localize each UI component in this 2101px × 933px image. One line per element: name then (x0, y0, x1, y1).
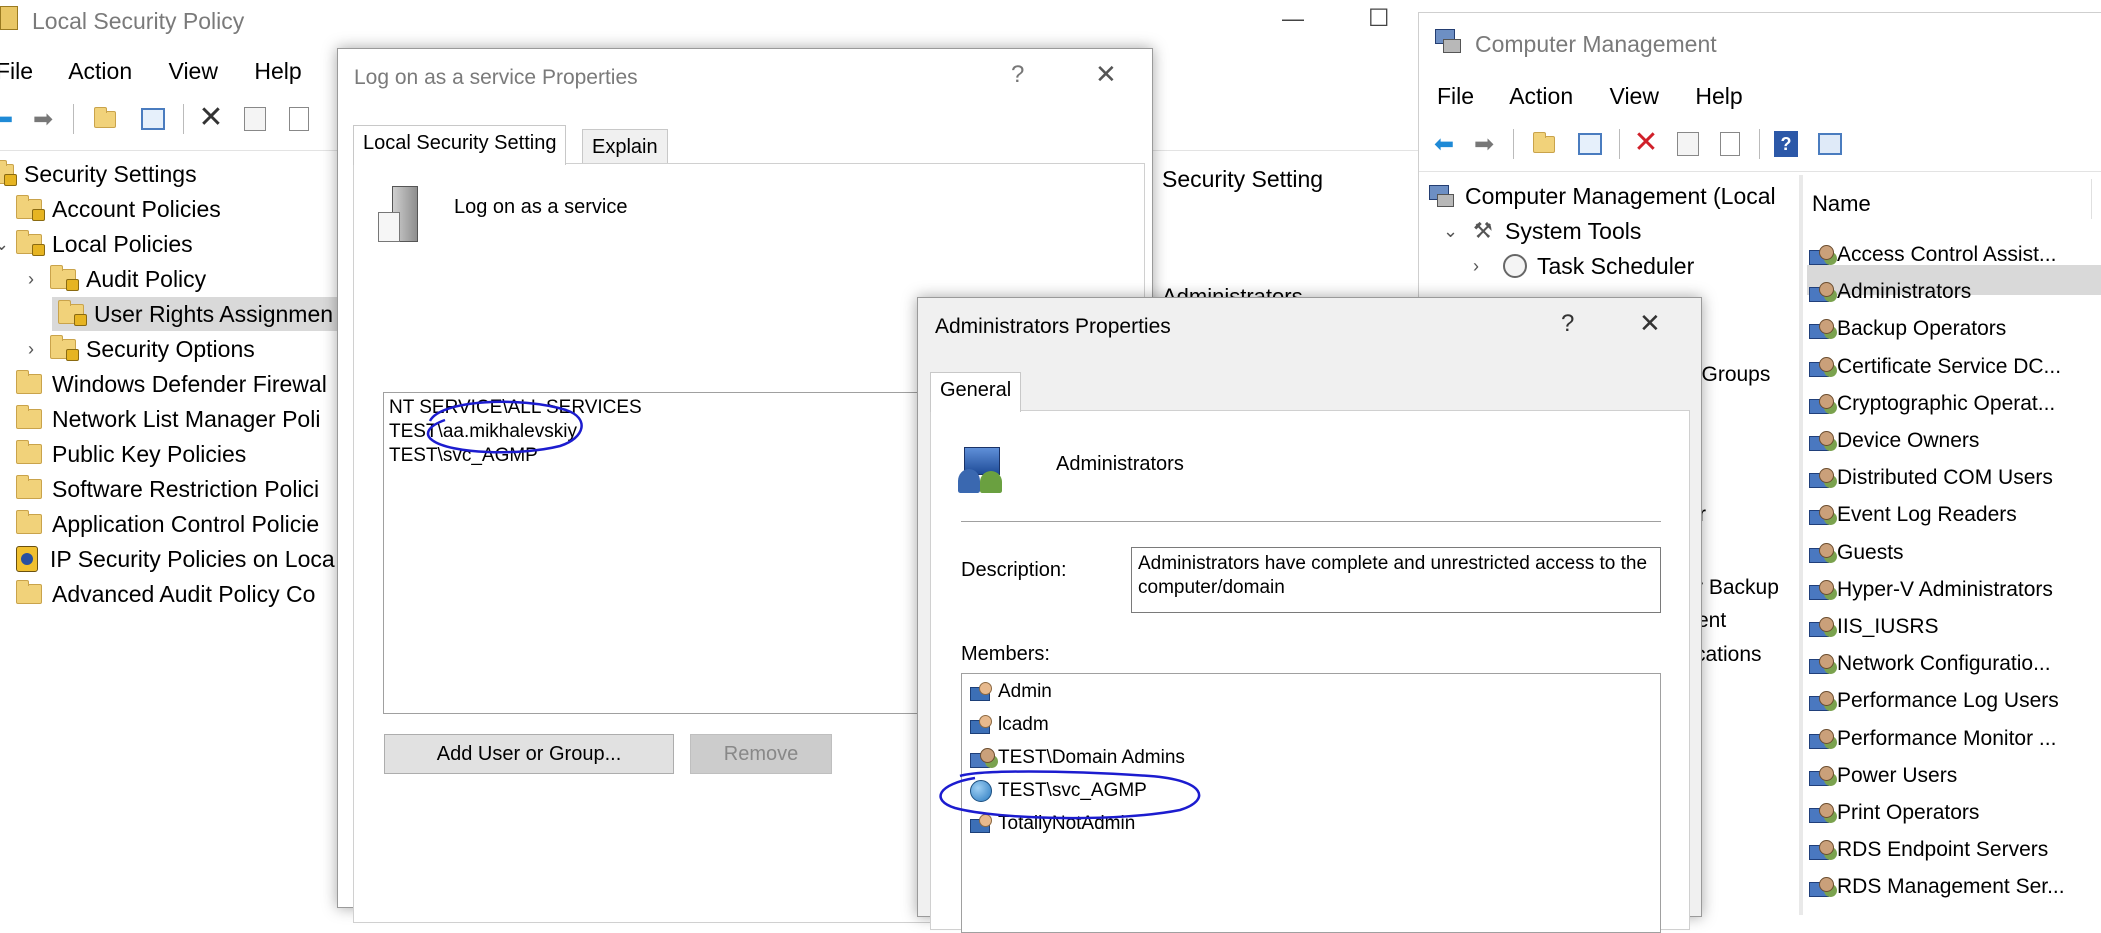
annotation-circle-admins-svc-agmp (939, 770, 1201, 820)
tab-local-security-setting[interactable]: Local Security Setting (353, 125, 567, 165)
tab-general[interactable]: General (930, 372, 1022, 412)
annotation-overlay (426, 400, 1201, 820)
annotation-circle-logon-svc-agmp (426, 400, 583, 454)
